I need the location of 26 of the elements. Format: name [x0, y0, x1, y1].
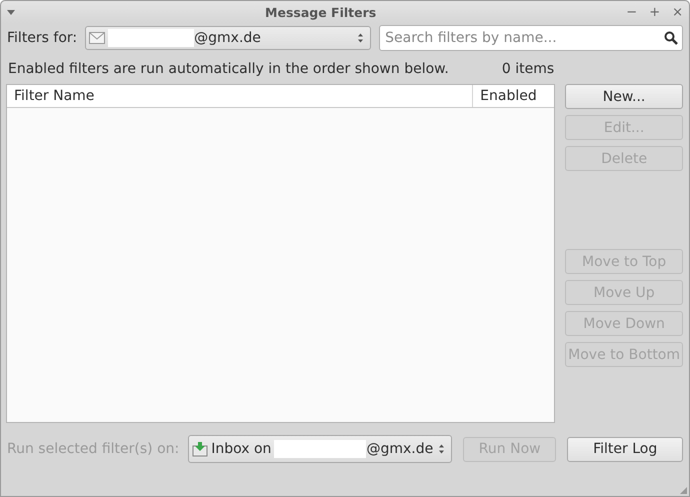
folder-dropdown[interactable]: Inbox on @gmx.de [188, 435, 452, 463]
run-on-label: Run selected filter(s) on: [7, 441, 180, 457]
spinner-arrows-icon [438, 443, 446, 455]
account-dropdown[interactable]: @gmx.de [85, 26, 372, 50]
item-count: 0 items [502, 61, 554, 77]
folder-prefix: Inbox on [211, 441, 272, 457]
search-field[interactable]: Search filters by name... [379, 25, 683, 51]
account-name: @gmx.de [366, 441, 434, 457]
filters-for-label: Filters for: [7, 30, 78, 46]
search-icon[interactable] [664, 31, 678, 45]
resize-grip-icon[interactable] [680, 487, 687, 494]
envelope-icon [89, 32, 106, 44]
window-title: Message Filters [264, 4, 378, 20]
button[interactable]: New... [565, 84, 683, 109]
menu-icon[interactable] [7, 10, 15, 14]
info-text: Enabled filters are run automatically in the order shown below. [8, 61, 450, 77]
account-name: @gmx.de [194, 30, 261, 46]
button[interactable]: Filter Log [567, 436, 683, 462]
window-control[interactable]: + [649, 4, 660, 20]
inbox-icon [192, 441, 208, 457]
window-control[interactable]: × [672, 4, 683, 20]
filter-list[interactable]: Filter Name Enabled [6, 84, 556, 423]
column-header[interactable]: Enabled [473, 85, 554, 107]
spinner-arrows-icon [357, 32, 364, 44]
column-header[interactable]: Filter Name [7, 85, 474, 107]
window-control[interactable]: − [626, 4, 638, 20]
